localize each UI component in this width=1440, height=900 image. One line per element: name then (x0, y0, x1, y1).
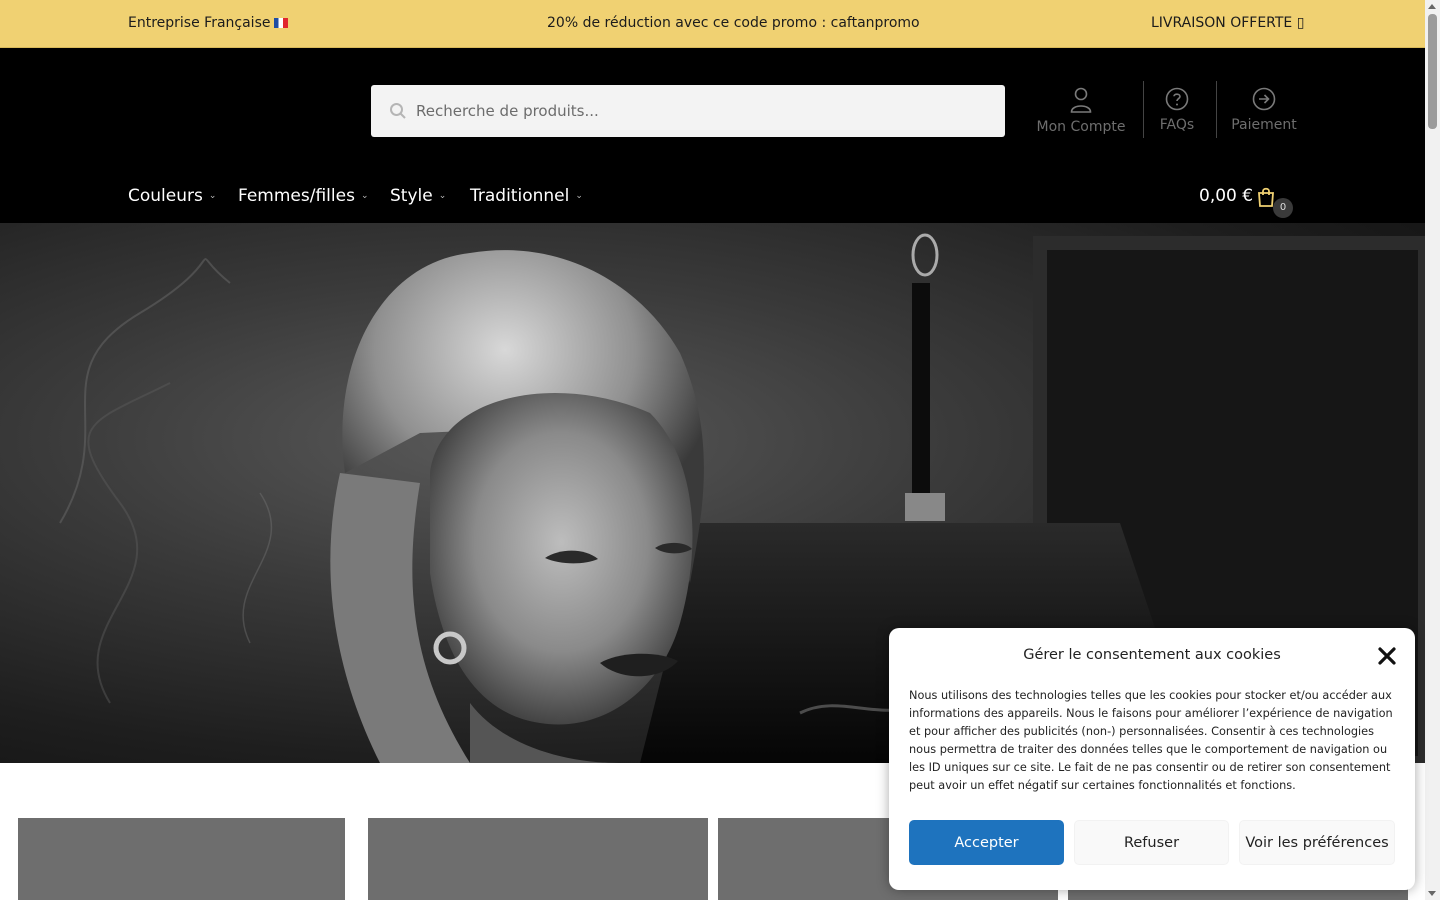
product-search[interactable] (371, 85, 1005, 137)
top-promo-bar: Entreprise Française 20% de réduction av… (0, 0, 1425, 48)
site-header: Mon Compte FAQs Paiement Couleurs⌄ Femme… (0, 48, 1425, 223)
header-divider (1143, 81, 1144, 138)
search-input[interactable] (416, 85, 986, 137)
scroll-up-arrow-icon[interactable] (1428, 4, 1436, 9)
cookie-consent-dialog: Gérer le consentement aux cookies Nous u… (889, 628, 1415, 890)
scrollbar-thumb[interactable] (1428, 14, 1437, 129)
header-divider (1216, 81, 1217, 138)
refuse-button[interactable]: Refuser (1074, 820, 1229, 865)
shopping-bag-icon (1258, 187, 1274, 207)
cookie-dialog-title: Gérer le consentement aux cookies (1023, 647, 1281, 663)
scroll-down-arrow-icon[interactable] (1428, 891, 1436, 896)
search-icon (390, 103, 406, 119)
free-shipping-text: LIVRAISON OFFERTE ▯ (1151, 15, 1305, 31)
nav-item-femmes-filles[interactable]: Femmes/filles ⌄ (238, 186, 369, 206)
cart-total: 0,00 € (1199, 186, 1254, 206)
chevron-down-icon: ⌄ (575, 191, 583, 201)
nav-item-traditionnel[interactable]: Traditionnel ⌄ (470, 186, 583, 206)
checkout-link[interactable]: Paiement (1224, 81, 1304, 138)
french-flag-icon (274, 18, 289, 28)
product-tile[interactable] (368, 818, 708, 900)
user-icon (1070, 87, 1092, 113)
nav-item-style[interactable]: Style ⌄ (390, 186, 446, 206)
chevron-down-icon: ⌄ (360, 191, 369, 201)
promo-code-text: 20% de réduction avec ce code promo : ca… (547, 15, 920, 31)
cart-link[interactable]: 0,00 € 0 (1199, 186, 1293, 218)
close-icon[interactable] (1375, 644, 1399, 668)
faqs-label: FAQs (1159, 117, 1195, 133)
company-note: Entreprise Française (128, 15, 289, 31)
checkout-label: Paiement (1231, 117, 1297, 133)
cookie-dialog-text: Nous utilisons des technologies telles q… (909, 689, 1393, 792)
my-account-label: Mon Compte (1036, 119, 1126, 135)
my-account-link[interactable]: Mon Compte (1030, 81, 1132, 138)
nav-item-couleurs[interactable]: Couleurs ⌄ (128, 186, 216, 206)
product-tile[interactable] (18, 818, 345, 900)
faqs-link[interactable]: FAQs (1146, 81, 1208, 138)
view-preferences-button[interactable]: Voir les préférences (1239, 820, 1395, 865)
accept-button[interactable]: Accepter (909, 820, 1064, 865)
chevron-down-icon: ⌄ (438, 191, 447, 201)
chevron-down-icon: ⌄ (208, 191, 217, 201)
arrow-right-circle-icon (1252, 87, 1276, 111)
page-scrollbar[interactable] (1425, 0, 1440, 900)
question-circle-icon (1165, 87, 1189, 111)
cart-count-badge: 0 (1273, 198, 1293, 218)
